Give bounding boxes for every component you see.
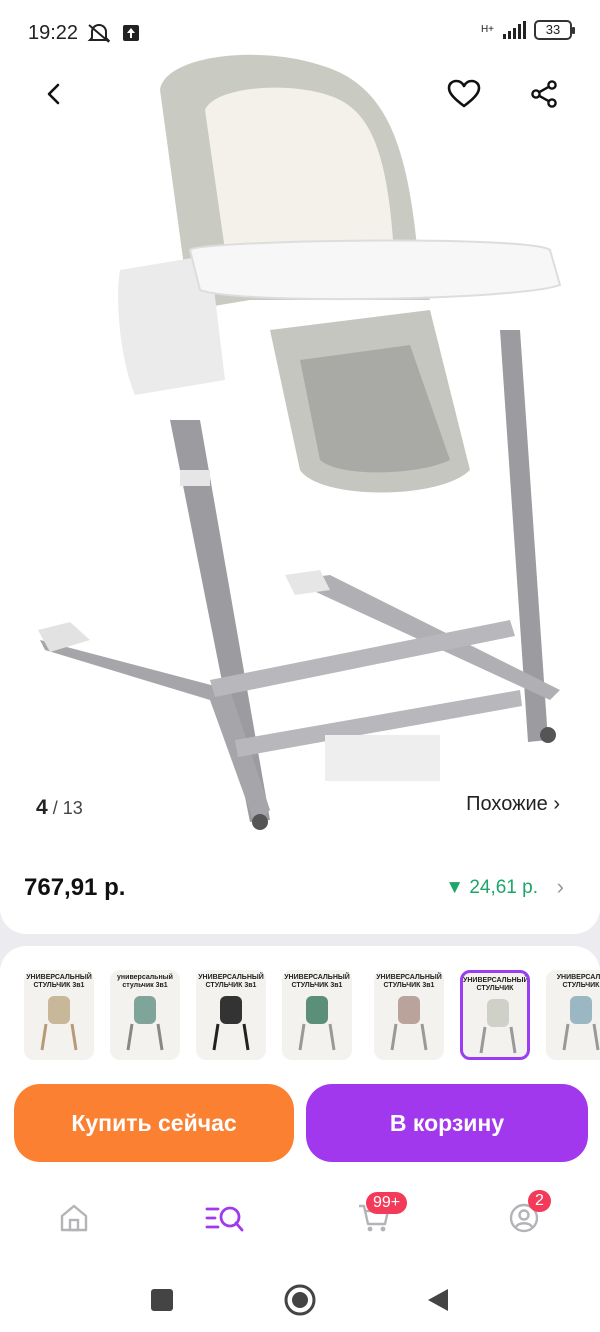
circle-icon xyxy=(284,1284,316,1316)
add-to-cart-button[interactable]: В корзину xyxy=(306,1084,588,1162)
product-photo-highchair xyxy=(38,54,562,830)
thumbnail-strip[interactable]: УНИВЕРСАЛЬНЫЙ СТУЛЬЧИК 3в1 универсальный… xyxy=(0,946,600,1072)
thumbnail-image xyxy=(126,996,164,1051)
chevron-left-icon xyxy=(47,83,60,105)
profile-badge: 2 xyxy=(528,1190,551,1212)
home-icon xyxy=(60,1204,88,1232)
status-right-icons: H+ 33 xyxy=(480,20,575,40)
thumbnail-image xyxy=(479,999,517,1054)
image-counter-separator: / xyxy=(47,798,63,818)
thumbnail[interactable]: УНИВЕРСАЛЬНЫЙ СТУЛЬЧИК 3в1 xyxy=(374,970,444,1060)
status-bar: 19:22 H+ 33 xyxy=(0,0,600,64)
bottom-navigation: 99+ 2 xyxy=(0,1172,600,1262)
home-system-button[interactable] xyxy=(280,1280,320,1320)
nav-catalog-search[interactable] xyxy=(202,1196,246,1240)
favorite-button[interactable] xyxy=(442,72,486,116)
thumbnail[interactable]: УНИВЕРСАЛЬНЫЙ СТУЛЬЧИК 3в1 xyxy=(24,970,94,1060)
recents-button[interactable] xyxy=(142,1280,182,1320)
action-bar: Купить сейчас В корзину xyxy=(0,1072,600,1172)
share-button[interactable] xyxy=(522,72,566,116)
thumbnail[interactable]: УНИВЕРСАЛЬНЫЙ СТУЛЬЧИК 3в1 xyxy=(196,970,266,1060)
square-icon xyxy=(151,1289,173,1311)
image-counter-total: 13 xyxy=(62,798,83,818)
thumbnail[interactable]: УНИВЕРСАЛЬНЫЙ СТУЛЬЧИК 3в1 xyxy=(282,970,352,1060)
thumbnail-image xyxy=(298,996,336,1051)
price-drop: ▼ 24,61 р. xyxy=(445,877,538,898)
thumbnail-title: универсальный стульчик 3в1 xyxy=(117,974,173,989)
cart-badge: 99+ xyxy=(366,1192,408,1214)
thumbnail[interactable]: УНИВЕРСАЛЬ СТУЛЬЧИК xyxy=(546,970,600,1060)
nav-cart[interactable]: 99+ xyxy=(352,1192,408,1240)
image-counter-current: 4 xyxy=(36,796,48,819)
thumbnail-image xyxy=(212,996,250,1051)
buy-now-button[interactable]: Купить сейчас xyxy=(14,1084,294,1162)
triangle-back-icon xyxy=(428,1289,448,1311)
product-price: 767,91 р. xyxy=(24,874,126,901)
signal-icon xyxy=(503,21,526,39)
thumbnail-title: УНИВЕРСАЛЬНЫЙ СТУЛЬЧИК 3в1 xyxy=(26,974,92,989)
similar-products-link[interactable]: Похожие › xyxy=(466,793,560,816)
catalog-search-icon xyxy=(205,1206,244,1232)
thumbnail-image xyxy=(390,996,428,1051)
price-card[interactable]: 767,91 р. ▼ 24,61 р. › xyxy=(0,850,600,934)
thumbnail-selected[interactable]: УНИВЕРСАЛЬНЫЙ СТУЛЬЧИК xyxy=(460,970,530,1060)
battery-indicator: 33 xyxy=(534,20,575,40)
thumbnail-image xyxy=(562,996,600,1051)
status-time: 19:22 xyxy=(28,22,79,44)
image-counter: 4 / 13 xyxy=(36,796,83,820)
status-notification-icons xyxy=(86,22,140,44)
nav-profile[interactable]: 2 xyxy=(502,1190,551,1240)
system-navigation-bar xyxy=(0,1262,600,1332)
back-button[interactable] xyxy=(32,72,76,116)
share-icon xyxy=(531,80,557,108)
thumbnail-title: УНИВЕРСАЛЬНЫЙ СТУЛЬЧИК 3в1 xyxy=(284,974,350,989)
product-image-gallery[interactable]: 4 / 13 Похожие › xyxy=(0,0,600,850)
heart-icon xyxy=(447,79,481,108)
system-back-button[interactable] xyxy=(418,1280,458,1320)
thumbnail-title: УНИВЕРСАЛЬНЫЙ СТУЛЬЧИК xyxy=(463,977,529,992)
upload-icon xyxy=(123,25,139,41)
thumbnail[interactable]: универсальный стульчик 3в1 xyxy=(110,970,180,1060)
chevron-right-icon: › xyxy=(556,874,564,899)
thumbnail-title: УНИВЕРСАЛЬНЫЙ СТУЛЬЧИК 3в1 xyxy=(198,974,264,989)
nav-home[interactable] xyxy=(52,1196,96,1240)
thumbnail-title: УНИВЕРСАЛЬ СТУЛЬЧИК xyxy=(556,974,600,989)
thumbnail-title: УНИВЕРСАЛЬНЫЙ СТУЛЬЧИК 3в1 xyxy=(376,974,442,989)
network-type-label: H+ xyxy=(480,24,494,35)
muted-alarm-icon xyxy=(87,23,111,43)
thumbnail-image xyxy=(40,996,78,1051)
